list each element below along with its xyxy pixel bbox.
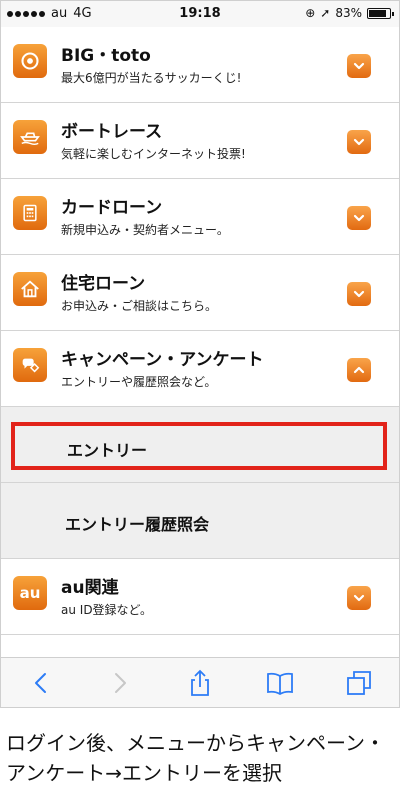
menu-list: BIG・toto 最大6億円が当たるサッカーくじ! ボートレース 気軽に楽しむイ…	[1, 27, 399, 635]
soccer-ball-icon	[13, 44, 47, 78]
caption-text: ログイン後、メニューからキャンペーン・アンケート→エントリーを選択	[6, 731, 385, 785]
rotation-lock-icon: ⊕	[305, 6, 316, 20]
book-icon	[266, 672, 293, 695]
highlight-box: エントリー	[11, 422, 387, 470]
submenu-item-entry-history[interactable]: エントリー履歴照会	[1, 483, 399, 559]
au-logo-text: au	[19, 584, 41, 602]
share-button[interactable]	[180, 663, 220, 703]
submenu-item-label: エントリー履歴照会	[65, 515, 210, 534]
menu-item-subtitle: お申込み・ご相談はこちら。	[61, 299, 218, 313]
menu-item-big-toto[interactable]: BIG・toto 最大6億円が当たるサッカーくじ!	[1, 27, 399, 103]
tabs-icon	[347, 670, 372, 695]
menu-item-title: au関連	[61, 578, 119, 598]
forward-button[interactable]	[100, 663, 140, 703]
tabs-button[interactable]	[339, 663, 379, 703]
menu-item-boat-race[interactable]: ボートレース 気軽に楽しむインターネット投票!	[1, 103, 399, 179]
boat-icon	[13, 120, 47, 154]
status-right: ⊕ ➚ 83%	[305, 6, 394, 20]
battery-icon	[367, 7, 394, 19]
menu-item-campaign-survey[interactable]: キャンペーン・アンケート エントリーや履歴照会など。	[1, 331, 399, 407]
menu-item-card-loan[interactable]: カードローン 新規申込み・契約者メニュー。	[1, 179, 399, 255]
menu-item-title: カードローン	[61, 198, 163, 218]
au-logo-icon: au	[13, 576, 47, 610]
location-arrow-icon: ➚	[320, 6, 331, 20]
house-icon	[13, 272, 47, 306]
battery-percent: 83%	[335, 6, 362, 20]
chevron-down-icon[interactable]	[347, 130, 371, 154]
menu-item-housing-loan[interactable]: 住宅ローン お申込み・ご相談はこちら。	[1, 255, 399, 331]
menu-item-title: 住宅ローン	[61, 274, 146, 294]
campaign-icon	[13, 348, 47, 382]
menu-item-subtitle: 最大6億円が当たるサッカーくじ!	[61, 71, 242, 85]
menu-item-title: ボートレース	[61, 122, 163, 142]
chevron-up-icon[interactable]	[347, 358, 371, 382]
battery-fill	[369, 9, 386, 17]
browser-toolbar	[1, 657, 399, 707]
menu-item-subtitle: 気軽に楽しむインターネット投票!	[61, 147, 246, 161]
submenu-item-label: エントリー	[67, 441, 148, 460]
chevron-left-icon	[34, 672, 46, 693]
menu-item-subtitle: 新規申込み・契約者メニュー。	[61, 223, 229, 237]
menu-item-au-related[interactable]: au au関連 au ID登録など。	[1, 559, 399, 635]
chevron-right-icon	[115, 672, 127, 693]
menu-item-subtitle: エントリーや履歴照会など。	[61, 375, 217, 389]
phone-screen: au 4G 19:18 ⊕ ➚ 83% BIG・toto 最大6億円が当たるサッ…	[0, 0, 400, 708]
share-icon	[191, 669, 209, 696]
calculator-icon	[13, 196, 47, 230]
chevron-down-icon[interactable]	[347, 206, 371, 230]
chevron-down-icon[interactable]	[347, 54, 371, 78]
submenu-item-entry[interactable]: エントリー	[1, 407, 399, 483]
chevron-down-icon[interactable]	[347, 282, 371, 306]
bookmarks-button[interactable]	[260, 663, 300, 703]
menu-item-title: BIG・toto	[61, 46, 151, 66]
back-button[interactable]	[21, 663, 61, 703]
status-bar: au 4G 19:18 ⊕ ➚ 83%	[1, 1, 399, 27]
chevron-down-icon[interactable]	[347, 586, 371, 610]
menu-item-subtitle: au ID登録など。	[61, 603, 152, 617]
menu-item-title: キャンペーン・アンケート	[61, 350, 264, 370]
